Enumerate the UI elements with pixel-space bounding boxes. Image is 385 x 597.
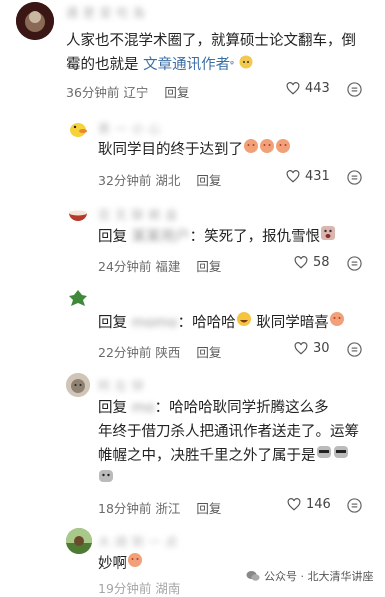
like-button[interactable]: 431	[286, 169, 330, 184]
reply-button[interactable]: 回复	[164, 85, 189, 100]
rofl-emoji-icon	[236, 311, 252, 335]
like-count: 146	[306, 497, 331, 512]
like-count: 58	[313, 255, 330, 270]
time: 36分钟前	[66, 85, 120, 100]
link-search-icon: ᵠ	[230, 60, 234, 70]
cat-face-emoji-icon	[98, 468, 114, 492]
like-button[interactable]: 146	[287, 497, 331, 512]
location: 福建	[155, 259, 181, 274]
watermark-text: 公众号 · 北大清华讲座	[264, 570, 374, 583]
comment-text-line: ：哈哈哈	[177, 315, 236, 331]
reply-prefix: 回复	[98, 400, 127, 416]
like-count: 30	[313, 341, 330, 356]
blush-emoji-icon	[127, 552, 143, 576]
avatar[interactable]	[66, 373, 90, 397]
heart-outline-icon	[294, 342, 308, 355]
like-button[interactable]: 443	[286, 81, 330, 96]
like-count: 431	[305, 169, 330, 184]
more-circle-icon[interactable]	[347, 342, 362, 357]
comment-text-line: 霉的也就是	[66, 57, 144, 73]
bowl-avatar-icon	[66, 202, 90, 226]
username[interactable]: 大 阔 到 一 点	[98, 533, 178, 550]
location: 浙江	[155, 501, 181, 516]
comment-meta: 22分钟前 陕西 回复	[98, 342, 221, 361]
comment-text-line: 人家也不混学术圈了，就算硕士论文翻车，倒	[66, 33, 356, 49]
wechat-icon	[246, 571, 260, 581]
comment-text: 妙啊	[98, 552, 143, 576]
avatar[interactable]	[66, 202, 90, 226]
landscape-avatar-icon	[66, 528, 92, 554]
location: 湖南	[155, 581, 181, 596]
time: 18分钟前	[98, 501, 152, 516]
scream-emoji-icon	[320, 225, 336, 249]
comment-text: 人家也不混学术圈了，就算硕士论文翻车，倒 霉的也就是 文章通讯作者ᵠ	[66, 29, 376, 77]
author-link[interactable]: 文章通讯作者	[143, 57, 230, 73]
reply-target[interactable]: momo	[132, 315, 178, 331]
reply-target[interactable]: mo	[132, 400, 155, 416]
comment-text-line: 耿同学目的终于达到了	[98, 142, 243, 158]
reply-button[interactable]: 回复	[196, 501, 221, 516]
username[interactable]: 阿 左 锌	[98, 377, 144, 394]
time: 32分钟前	[98, 173, 152, 188]
blush-emoji-icon	[329, 311, 345, 335]
comment-meta: 18分钟前 浙江 回复	[98, 498, 221, 517]
reply-target[interactable]: 某某用户	[132, 229, 190, 245]
more-circle-icon[interactable]	[347, 170, 362, 185]
comment-meta: 24分钟前 福建 回复	[98, 256, 221, 275]
username[interactable]: 百 无 聊 赖 盒	[98, 206, 178, 223]
location: 辽宁	[123, 85, 149, 100]
reply-button[interactable]: 回复	[196, 345, 221, 360]
comment-text: 回复 某某用户：笑死了，报仇雪恨	[98, 225, 336, 249]
heart-outline-icon	[286, 82, 300, 95]
avatar-image-icon	[16, 2, 54, 40]
time: 22分钟前	[98, 345, 152, 360]
like-button[interactable]: 30	[294, 341, 330, 356]
like-button[interactable]: 58	[294, 255, 330, 270]
heart-outline-icon	[286, 170, 300, 183]
reply-button[interactable]: 回复	[196, 173, 221, 188]
comment-text-line: ：笑死了，报仇雪恨	[189, 229, 321, 245]
watermark: 公众号 · 北大清华讲座	[246, 568, 374, 584]
comment-text: 回复 mo：哈哈哈耿同学折腾这么多 年终于借刀杀人把通讯作者送走了。运筹 帷幄之…	[98, 396, 378, 492]
leaf-avatar-icon	[66, 287, 90, 311]
reply-button[interactable]: 回复	[196, 259, 221, 274]
duck-avatar-icon	[66, 116, 90, 140]
comment-text-line: 妙啊	[98, 556, 127, 572]
comment-meta: 32分钟前 湖北 回复	[98, 170, 221, 189]
comment-text-line: 帷幄之中，决胜千里之外了属于是	[98, 448, 316, 464]
comment-text: 耿同学目的终于达到了	[98, 138, 291, 162]
comment-meta: 36分钟前 辽宁 回复	[66, 82, 189, 101]
like-count: 443	[305, 81, 330, 96]
comment-text-line: ：哈哈哈耿同学折腾这么多	[154, 400, 329, 416]
avatar[interactable]	[66, 287, 90, 311]
more-circle-icon[interactable]	[347, 498, 362, 513]
more-circle-icon[interactable]	[347, 256, 362, 271]
comment-text: 回复 momo：哈哈哈 耿同学暗喜	[98, 311, 345, 335]
avatar[interactable]	[66, 116, 90, 140]
username[interactable]: 遇 更 爱 吃 鱼	[66, 4, 146, 21]
reply-prefix: 回复	[98, 315, 127, 331]
cat-avatar-icon	[66, 373, 90, 397]
laugh-cry-emoji-icon	[243, 138, 291, 162]
heart-outline-icon	[294, 256, 308, 269]
cool-cat-emoji-icon	[316, 444, 350, 468]
avatar[interactable]	[66, 528, 92, 554]
time: 19分钟前	[98, 581, 152, 596]
comment-text-line: 年终于借刀杀人把通讯作者送走了。运筹	[98, 424, 359, 440]
cat-emoji-icon	[238, 53, 254, 77]
more-circle-icon[interactable]	[347, 82, 362, 97]
comment-text-line: 耿同学暗喜	[256, 315, 329, 331]
location: 陕西	[155, 345, 181, 360]
location: 湖北	[155, 173, 181, 188]
reply-prefix: 回复	[98, 229, 127, 245]
time: 24分钟前	[98, 259, 152, 274]
username[interactable]: 黑 一 小 心	[98, 120, 161, 137]
heart-outline-icon	[287, 498, 301, 511]
avatar[interactable]	[16, 2, 54, 40]
